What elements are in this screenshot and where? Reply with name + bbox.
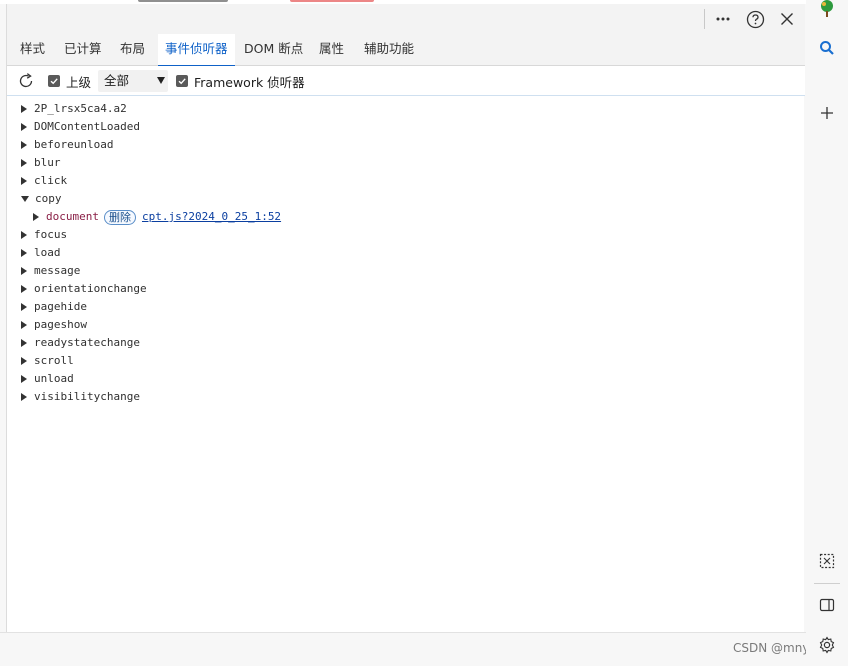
triangle-right-icon[interactable] <box>21 141 27 149</box>
sidebar-layout-button[interactable] <box>814 592 840 618</box>
filter-selected-value: 全部 <box>104 73 130 88</box>
ancestors-label: 上级 <box>66 74 92 90</box>
sidebar-layout-icon <box>819 598 835 612</box>
event-row[interactable]: 2P_lrsx5ca4.a2 <box>21 100 127 118</box>
panel-tabs: 样式 已计算 布局 事件侦听器 DOM 断点 属性 辅助功能 <box>7 34 805 67</box>
listener-source-link[interactable]: cpt.js?2024_0_25_1:52 <box>142 208 281 226</box>
event-row[interactable]: pageshow <box>21 316 87 334</box>
event-name: pageshow <box>34 318 87 331</box>
checkbox-checked-icon <box>176 75 188 87</box>
help-circle-icon <box>746 10 764 28</box>
tab-computed[interactable]: 已计算 <box>57 34 109 66</box>
listener-row[interactable]: document 删除 cpt.js?2024_0_25_1:52 <box>33 208 281 226</box>
event-name: blur <box>34 156 61 169</box>
triangle-right-icon[interactable] <box>21 123 27 131</box>
event-listeners-toolbar: 上级 全部 Framework 侦听器 <box>7 66 805 96</box>
page-text-fragment-red <box>290 0 374 2</box>
page-text-fragment <box>138 0 228 2</box>
chevron-down-icon <box>157 77 165 84</box>
browser-sidebar <box>806 0 848 666</box>
event-row[interactable]: beforeunload <box>21 136 113 154</box>
event-name: copy <box>35 192 62 205</box>
listener-filter-select[interactable]: 全部 <box>98 70 168 92</box>
triangle-down-icon[interactable] <box>21 196 29 202</box>
event-name: focus <box>34 228 68 241</box>
help-button[interactable] <box>743 7 767 31</box>
devtools-topbar <box>7 4 805 34</box>
tab-layout[interactable]: 布局 <box>113 34 152 66</box>
event-row[interactable]: orientationchange <box>21 280 147 298</box>
event-name: orientationchange <box>34 282 147 295</box>
search-icon <box>820 41 834 55</box>
status-bar <box>0 632 806 666</box>
triangle-right-icon[interactable] <box>21 357 27 365</box>
sidebar-tree-button[interactable] <box>814 0 840 22</box>
framework-listeners-checkbox[interactable]: Framework 侦听器 <box>176 66 305 96</box>
triangle-right-icon[interactable] <box>21 393 27 401</box>
triangle-right-icon[interactable] <box>21 375 27 383</box>
event-name: beforeunload <box>34 138 114 151</box>
tab-properties[interactable]: 属性 <box>312 34 351 66</box>
event-row[interactable]: click <box>21 172 67 190</box>
tree-icon <box>821 0 833 17</box>
checkbox-checked-icon <box>48 75 60 87</box>
event-row[interactable]: DOMContentLoaded <box>21 118 140 136</box>
settings-icon <box>819 636 835 654</box>
refresh-icon <box>19 73 33 88</box>
triangle-right-icon[interactable] <box>21 231 27 239</box>
close-devtools-button[interactable] <box>775 7 799 31</box>
event-row[interactable]: message <box>21 262 80 280</box>
event-row[interactable]: load <box>21 244 61 262</box>
triangle-right-icon[interactable] <box>21 267 27 275</box>
add-icon <box>821 107 833 119</box>
event-name: 2P_lrsx5ca4.a2 <box>34 102 127 115</box>
event-name: unload <box>34 372 74 385</box>
event-name: pagehide <box>34 300 87 313</box>
event-name: scroll <box>34 354 74 367</box>
refresh-button[interactable] <box>17 66 35 96</box>
event-name: message <box>34 264 81 277</box>
topbar-divider <box>704 9 705 29</box>
tab-event-listeners[interactable]: 事件侦听器 <box>158 34 235 67</box>
sidebar-settings-button[interactable] <box>814 632 840 658</box>
tab-accessibility[interactable]: 辅助功能 <box>357 34 421 66</box>
triangle-right-icon[interactable] <box>21 339 27 347</box>
triangle-right-icon[interactable] <box>21 249 27 257</box>
event-row[interactable]: copy <box>21 190 62 208</box>
sidebar-search-button[interactable] <box>814 35 840 61</box>
remove-listener-button[interactable]: 删除 <box>103 209 136 225</box>
tab-styles[interactable]: 样式 <box>13 34 52 66</box>
listener-node: document <box>46 210 99 223</box>
event-row[interactable]: readystatechange <box>21 334 140 352</box>
close-icon <box>781 13 793 25</box>
framework-listeners-label: Framework 侦听器 <box>194 74 305 90</box>
screenshot-icon <box>819 553 835 569</box>
more-horizontal-icon <box>716 17 730 21</box>
triangle-right-icon[interactable] <box>33 213 39 221</box>
triangle-right-icon[interactable] <box>21 321 27 329</box>
event-row[interactable]: unload <box>21 370 74 388</box>
tab-dom-breakpoints[interactable]: DOM 断点 <box>237 34 310 66</box>
triangle-right-icon[interactable] <box>21 159 27 167</box>
ancestors-checkbox[interactable]: 上级 <box>48 66 91 96</box>
triangle-right-icon[interactable] <box>21 177 27 185</box>
event-row[interactable]: scroll <box>21 352 74 370</box>
event-row[interactable]: focus <box>21 226 67 244</box>
sidebar-divider <box>814 583 840 584</box>
triangle-right-icon[interactable] <box>21 285 27 293</box>
event-row[interactable]: blur <box>21 154 61 172</box>
event-name: load <box>34 246 61 259</box>
triangle-right-icon[interactable] <box>21 303 27 311</box>
event-row[interactable]: pagehide <box>21 298 87 316</box>
event-row[interactable]: visibilitychange <box>21 388 140 406</box>
event-name: DOMContentLoaded <box>34 120 140 133</box>
sidebar-add-button[interactable] <box>814 100 840 126</box>
triangle-right-icon[interactable] <box>21 105 27 113</box>
more-options-button[interactable] <box>711 7 735 31</box>
event-name: click <box>34 174 68 187</box>
devtools-pane: 样式 已计算 布局 事件侦听器 DOM 断点 属性 辅助功能 上级 全部 Fra… <box>6 4 805 632</box>
event-name: readystatechange <box>34 336 140 349</box>
sidebar-screenshot-button[interactable] <box>814 548 840 574</box>
event-name: visibilitychange <box>34 390 140 403</box>
